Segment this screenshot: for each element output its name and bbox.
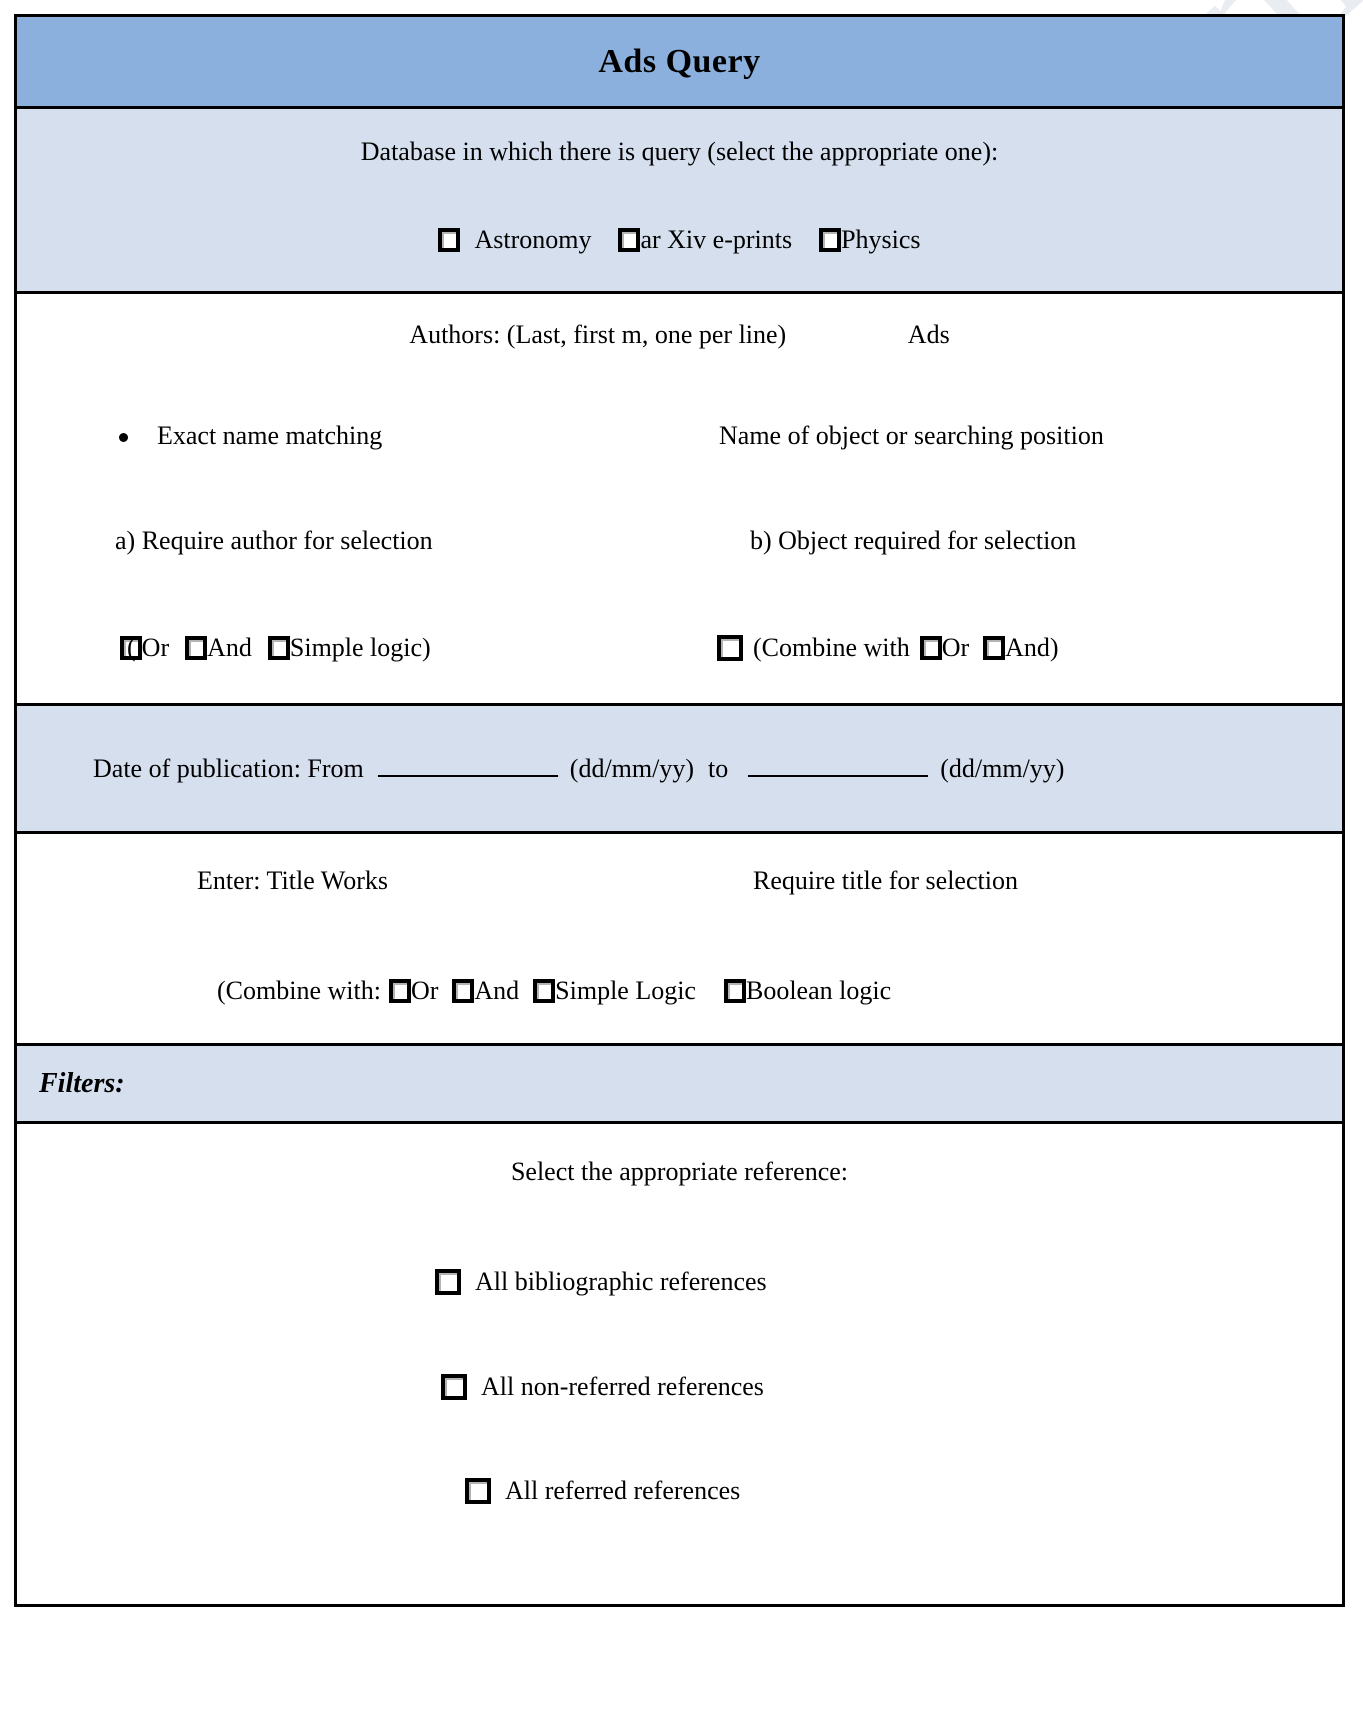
checkbox-option-astronomy[interactable]: Astronomy (438, 225, 591, 255)
date-label: Date of publication: From (93, 753, 364, 783)
page-title: Ads Query (598, 42, 761, 80)
authors-section: Authors: (Last, first m, one per line) A… (17, 294, 1342, 706)
checkbox-author-and-label: And (207, 633, 252, 662)
checkbox-title-simple-logic-label: Simple Logic (555, 976, 696, 1005)
checkbox-all-non-referred-icon[interactable] (441, 1374, 467, 1400)
checkbox-author-simple-logic-label: Simple logic) (289, 633, 431, 662)
checkbox-title-or-label: Or (410, 976, 439, 1005)
date-to-format: (dd/mm/yy) (940, 753, 1065, 783)
exact-name-matching-label: Exact name matching (157, 421, 383, 450)
database-section: Database in which there is query (select… (17, 109, 1342, 294)
checkbox-object-or-icon[interactable] (919, 636, 942, 660)
authors-heading-right: Ads (907, 320, 950, 349)
checkbox-title-and-icon[interactable] (452, 979, 475, 1003)
checkbox-object-and-icon[interactable] (983, 636, 1006, 660)
checkbox-all-bibliographic-label: All bibliographic references (475, 1267, 767, 1296)
checkbox-physics-icon[interactable] (819, 228, 842, 252)
object-logic-group: (Combine with Or And) (717, 628, 1059, 668)
date-to-word: to (708, 753, 729, 783)
form-title-bar: Ads Query (17, 17, 1342, 109)
author-logic-group: ( Or And Simple logic) (119, 628, 431, 668)
database-prompt: Database in which there is query (select… (360, 137, 999, 166)
bullet-icon (119, 433, 128, 442)
checkbox-all-bibliographic-icon[interactable] (435, 1269, 461, 1295)
enter-title-label: Enter: Title Works (197, 866, 389, 895)
checkbox-all-referred-icon[interactable] (465, 1478, 491, 1504)
checkbox-option-all-referred[interactable]: All referred references (465, 1476, 740, 1506)
authors-heading: Authors: (Last, first m, one per line) A… (17, 320, 1342, 350)
checkbox-title-or-icon[interactable] (388, 979, 411, 1003)
checkbox-option-arxiv[interactable]: ar Xiv e-prints (618, 225, 792, 255)
author-logic-open-paren: ( (127, 633, 136, 662)
title-works-section: Enter: Title Works Require title for sel… (17, 834, 1342, 1046)
date-to-input[interactable] (748, 774, 929, 777)
date-from-format: (dd/mm/yy) (569, 753, 694, 783)
date-line: Date of publication: From (dd/mm/yy) to … (17, 754, 1064, 784)
checkbox-astronomy-icon[interactable] (438, 228, 461, 252)
checkbox-arxiv-icon[interactable] (618, 228, 641, 252)
object-required-label: b) Object required for selection (750, 526, 1077, 555)
checkbox-object-combine-icon[interactable] (717, 635, 743, 661)
reference-prompt: Select the appropriate reference: (510, 1157, 849, 1186)
checkbox-object-and-label: And) (1005, 633, 1059, 662)
checkbox-physics-label: Physics (841, 225, 921, 254)
checkbox-title-boolean-logic-icon[interactable] (723, 979, 746, 1003)
title-combine-label: (Combine with: (217, 976, 381, 1005)
checkbox-author-and-icon[interactable] (185, 636, 208, 660)
filters-label: Filters: (39, 1067, 125, 1099)
database-options: Astronomy ar Xiv e-prints Physics (17, 225, 1342, 255)
checkbox-object-or-label: Or (941, 633, 970, 662)
checkbox-author-simple-logic-icon[interactable] (267, 636, 290, 660)
checkbox-option-physics[interactable]: Physics (819, 225, 921, 255)
checkbox-astronomy-label: Astronomy (474, 225, 592, 254)
require-title-label: Require title for selection (753, 866, 1018, 895)
checkbox-arxiv-label: ar Xiv e-prints (640, 225, 793, 254)
checkbox-title-boolean-logic-label: Boolean logic (745, 976, 892, 1005)
checkbox-title-simple-logic-icon[interactable] (533, 979, 556, 1003)
checkbox-option-all-non-referred[interactable]: All non-referred references (441, 1372, 764, 1402)
require-author-label: a) Require author for selection (115, 526, 433, 555)
object-name-label: Name of object or searching position (719, 421, 1104, 450)
filters-section-header: Filters: (17, 1046, 1342, 1124)
authors-heading-left: Authors: (Last, first m, one per line) (409, 320, 787, 349)
ads-query-form: Ads Query Database in which there is que… (14, 14, 1345, 1607)
logic-row: ( Or And Simple logic) (Combine with Or (17, 628, 1342, 668)
checkbox-title-and-label: And (474, 976, 520, 1005)
checkbox-all-referred-label: All referred references (505, 1476, 741, 1505)
date-from-input[interactable] (377, 774, 558, 777)
date-section: Date of publication: From (dd/mm/yy) to … (17, 706, 1342, 834)
checkbox-option-all-bibliographic[interactable]: All bibliographic references (435, 1267, 767, 1297)
object-combine-label: (Combine with (753, 633, 910, 662)
checkbox-all-non-referred-label: All non-referred references (481, 1372, 764, 1401)
title-works-logic-group: (Combine with: Or And Simple Logic Boole… (217, 971, 891, 1011)
checkbox-author-or-label: Or (141, 633, 170, 662)
references-section: Select the appropriate reference: All bi… (17, 1124, 1342, 1604)
